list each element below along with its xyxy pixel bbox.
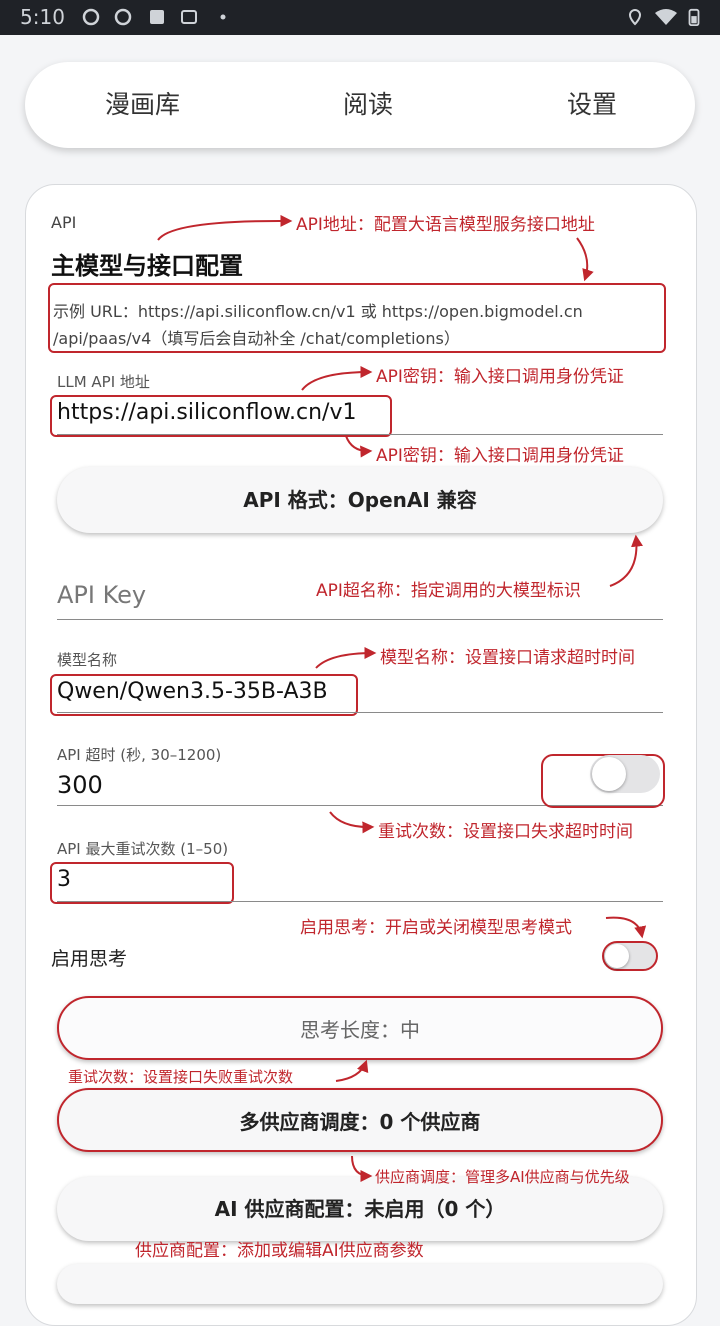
top-tab-bar: 漫画库 阅读 设置	[25, 62, 695, 148]
status-time: 5:10	[20, 5, 65, 29]
annotation-retry-count-2: 重试次数：设置接口失败重试次数	[68, 1068, 294, 1086]
annotation-api-key-1: API密钥：输入接口调用身份凭证	[376, 367, 624, 387]
next-settings-button[interactable]	[57, 1264, 663, 1304]
annotation-provider-config: 供应商配置：添加或编辑AI供应商参数	[135, 1241, 424, 1261]
annotation-api-key-2: API密钥：输入接口调用身份凭证	[376, 446, 624, 466]
thinking-toggle-knob	[605, 944, 629, 968]
annotation-api-address: API地址：配置大语言模型服务接口地址	[296, 215, 595, 235]
thinking-length-button[interactable]: 思考长度：中	[57, 996, 663, 1060]
thinking-toggle[interactable]	[602, 941, 658, 971]
timeout-toggle-knob	[592, 757, 626, 791]
model-name-label: 模型名称	[57, 651, 118, 669]
retries-label: API 最大重试次数 (1–50)	[57, 840, 229, 858]
section-title: 主模型与接口配置	[51, 252, 243, 280]
annotation-api-model-name: API超名称：指定调用的大模型标识	[316, 581, 581, 601]
tab-settings[interactable]: 设置	[567, 62, 617, 148]
llm-url-input[interactable]: https://api.siliconflow.cn/v1	[57, 400, 356, 425]
example-url-line-2: /api/paas/v4（填写后会自动补全 /chat/completions）	[53, 329, 460, 348]
section-label: API	[51, 213, 77, 232]
timeout-input[interactable]: 300	[57, 771, 103, 799]
battery-icon	[688, 8, 700, 26]
retries-input[interactable]: 3	[57, 867, 71, 892]
timeout-label: API 超时 (秒, 30–1200)	[57, 746, 222, 764]
api-key-underline	[57, 619, 663, 620]
location-icon	[628, 8, 642, 26]
dot-icon	[220, 14, 226, 20]
model-name-input[interactable]: Qwen/Qwen3.5-35B-A3B	[57, 679, 328, 704]
annotation-thinking: 启用思考：开启或关闭模型思考模式	[300, 918, 572, 938]
retries-highlight	[50, 862, 234, 904]
tab-comic-library[interactable]: 漫画库	[105, 62, 180, 148]
multi-provider-button[interactable]: 多供应商调度：0 个供应商	[57, 1088, 663, 1152]
example-url-line-1: 示例 URL：https://api.siliconflow.cn/v1 或 h…	[53, 302, 583, 321]
api-key-input[interactable]: API Key	[57, 581, 146, 609]
app-notification-icon-2	[114, 8, 132, 26]
annotation-model-name: 模型名称：设置接口请求超时时间	[380, 648, 635, 668]
photo-notification-icon	[181, 10, 197, 24]
app-notification-icon	[82, 8, 100, 26]
retries-underline	[57, 901, 663, 902]
timeout-toggle[interactable]	[590, 755, 660, 793]
tab-reading[interactable]: 阅读	[343, 62, 393, 148]
wifi-icon	[655, 9, 677, 25]
model-name-underline	[57, 712, 663, 713]
annotation-retry-count-1: 重试次数：设置接口失求超时时间	[378, 822, 633, 842]
llm-url-label: LLM API 地址	[57, 373, 150, 391]
api-format-button[interactable]: API 格式：OpenAI 兼容	[57, 467, 663, 533]
thinking-label: 启用思考	[51, 948, 128, 970]
image-notification-icon	[150, 10, 164, 24]
llm-url-underline	[57, 434, 663, 435]
annotation-provider-scheduling: 供应商调度：管理多AI供应商与优先级	[375, 1168, 630, 1186]
status-bar: 5:10	[0, 0, 720, 35]
